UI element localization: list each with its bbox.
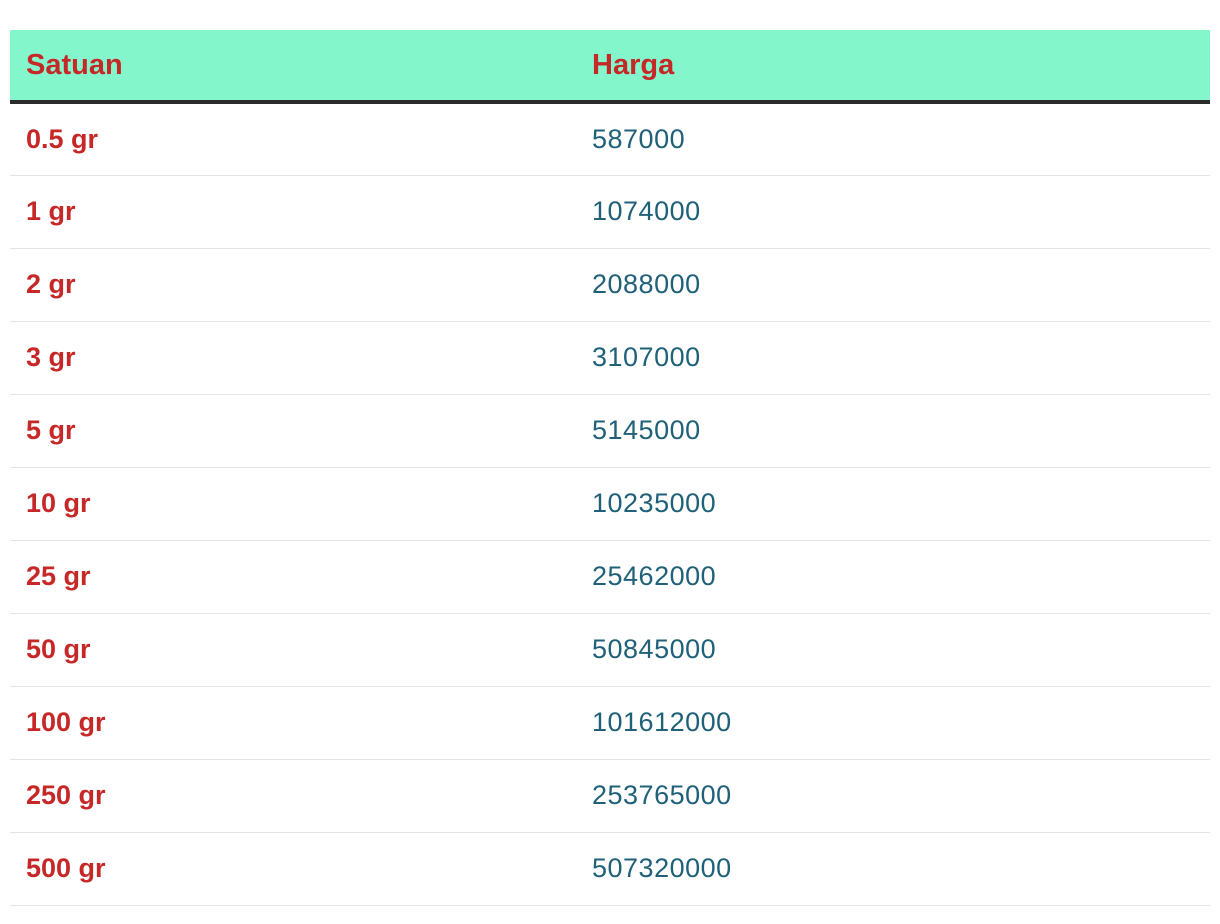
table-row: 100 gr 101612000 [10,686,1210,760]
table-row: 50 gr 50845000 [10,613,1210,687]
table-header: Satuan Harga [10,30,1210,104]
table-row: 10 gr 10235000 [10,467,1210,541]
cell-satuan: 250 gr [10,759,576,833]
cell-satuan: 500 gr [10,832,576,906]
cell-satuan: 10 gr [10,467,576,541]
header-row: Satuan Harga [10,30,1210,104]
table-row: 250 gr 253765000 [10,759,1210,833]
table-row: 3 gr 3107000 [10,321,1210,395]
header-harga: Harga [576,30,1210,104]
table-row: 0.5 gr 587000 [10,102,1210,176]
cell-harga: 101612000 [576,686,1210,760]
price-table-container: Satuan Harga 0.5 gr 587000 1 gr 1074000 2 gr… [10,30,1210,906]
price-table: Satuan Harga 0.5 gr 587000 1 gr 1074000 2 gr… [10,30,1210,906]
cell-satuan: 25 gr [10,540,576,614]
cell-harga: 10235000 [576,467,1210,541]
cell-satuan: 100 gr [10,686,576,760]
cell-satuan: 3 gr [10,321,576,395]
cell-harga: 2088000 [576,248,1210,322]
cell-satuan: 50 gr [10,613,576,687]
table-row: 25 gr 25462000 [10,540,1210,614]
table-row: 2 gr 2088000 [10,248,1210,322]
cell-harga: 1074000 [576,175,1210,249]
cell-harga: 587000 [576,102,1210,176]
cell-satuan: 2 gr [10,248,576,322]
cell-harga: 507320000 [576,832,1210,906]
table-row: 5 gr 5145000 [10,394,1210,468]
cell-satuan: 5 gr [10,394,576,468]
cell-harga: 5145000 [576,394,1210,468]
table-body: 0.5 gr 587000 1 gr 1074000 2 gr 2088000 3 gr 31… [10,102,1210,906]
cell-harga: 50845000 [576,613,1210,687]
cell-harga: 25462000 [576,540,1210,614]
header-satuan: Satuan [10,30,576,104]
cell-satuan: 1 gr [10,175,576,249]
table-row: 500 gr 507320000 [10,832,1210,906]
cell-harga: 3107000 [576,321,1210,395]
cell-harga: 253765000 [576,759,1210,833]
table-row: 1 gr 1074000 [10,175,1210,249]
cell-satuan: 0.5 gr [10,102,576,176]
